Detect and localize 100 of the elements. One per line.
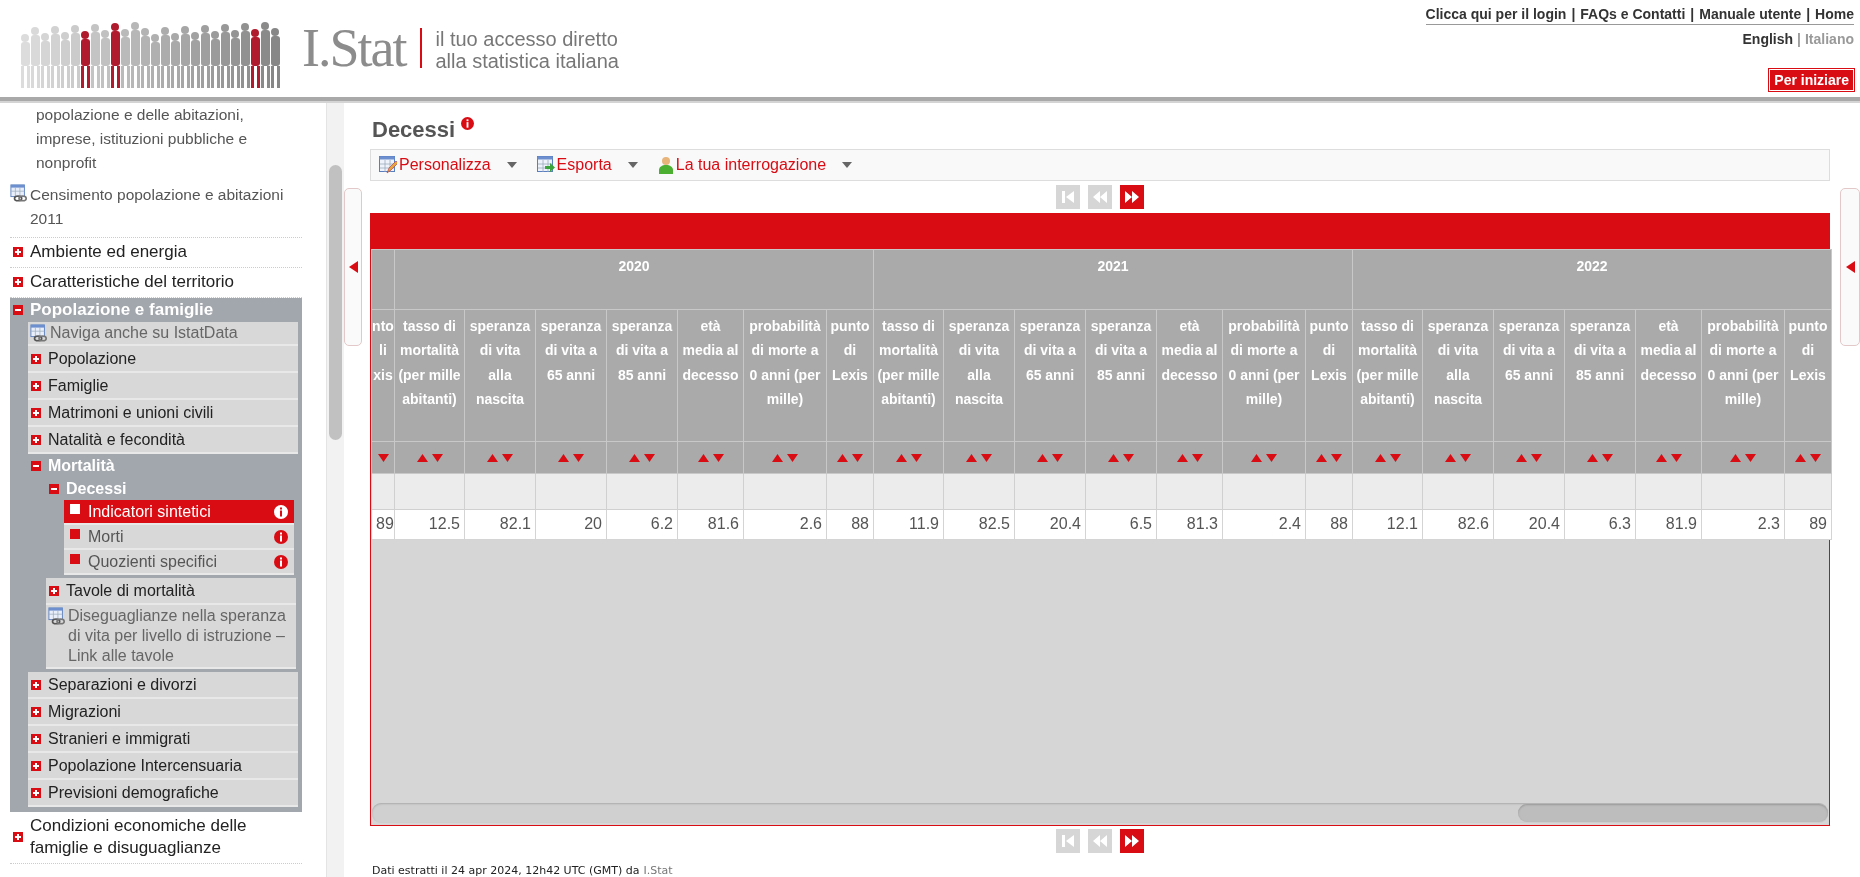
sort-descending-icon[interactable] bbox=[1531, 454, 1542, 463]
table-cell: 6.2 bbox=[606, 509, 678, 540]
table-cell: 81.6 bbox=[677, 509, 744, 540]
table-cell: 81.9 bbox=[1635, 509, 1702, 540]
tree-node[interactable]: Natalità e fecondità bbox=[28, 427, 298, 454]
tree-node[interactable]: Stranieri e immigrati bbox=[28, 726, 298, 753]
sort-descending-icon[interactable] bbox=[644, 454, 655, 463]
toolbar-menu-button[interactable]: Esporta bbox=[536, 155, 638, 174]
sort-ascending-icon[interactable] bbox=[487, 454, 498, 463]
sort-descending-icon[interactable] bbox=[1331, 454, 1342, 463]
horizontal-scrollbar[interactable] bbox=[372, 803, 1828, 823]
sort-ascending-icon[interactable] bbox=[1316, 454, 1327, 463]
sort-ascending-icon[interactable] bbox=[837, 454, 848, 463]
toolbar-menu-button[interactable]: La tua interrogazione bbox=[657, 155, 853, 174]
previous-page-icon bbox=[1092, 834, 1108, 848]
table-link-icon bbox=[48, 607, 66, 625]
footer-link[interactable]: I.Stat bbox=[643, 864, 673, 877]
toolbar-menu-button[interactable]: Personalizza bbox=[379, 155, 517, 174]
sort-descending-icon[interactable] bbox=[1745, 454, 1756, 463]
sort-descending-icon[interactable] bbox=[787, 454, 798, 463]
tree-leaf[interactable]: Indicatori sintetici bbox=[64, 500, 294, 525]
column-header: probabilità di morte a 0 anni (per mille) bbox=[1701, 309, 1785, 442]
collapse-tab[interactable] bbox=[344, 188, 362, 346]
sort-descending-icon[interactable] bbox=[1602, 454, 1613, 463]
column-header: speranza di vita a 65 anni bbox=[535, 309, 607, 442]
language-link[interactable]: English bbox=[1742, 31, 1794, 47]
sort-ascending-icon[interactable] bbox=[1655, 454, 1667, 463]
pager-button[interactable] bbox=[1120, 829, 1144, 853]
column-header: speranza di vita a 65 anni bbox=[1493, 309, 1565, 442]
sort-descending-icon[interactable] bbox=[981, 454, 992, 463]
table-edit-icon bbox=[379, 155, 397, 174]
sort-ascending-icon[interactable] bbox=[416, 454, 428, 463]
tree-node[interactable]: Popolazione Intercensuaria bbox=[28, 753, 298, 780]
bullet-icon bbox=[70, 529, 80, 539]
sort-ascending-icon[interactable] bbox=[1587, 454, 1598, 463]
table-cell: 82.6 bbox=[1422, 509, 1494, 540]
start-button[interactable]: Per iniziare bbox=[1769, 69, 1854, 91]
sort-ascending-icon[interactable] bbox=[558, 454, 569, 463]
sort-descending-icon[interactable] bbox=[502, 454, 513, 463]
sort-ascending-icon[interactable] bbox=[1374, 454, 1386, 463]
tree-node[interactable]: Matrimoni e unioni civili bbox=[28, 400, 298, 427]
tree-node[interactable]: Separazioni e divorzi bbox=[28, 672, 298, 699]
column-header: età media al decesso bbox=[677, 309, 744, 442]
column-header: tasso di mortalità (per mille abitanti) bbox=[873, 309, 944, 442]
header-link[interactable]: Home bbox=[1815, 6, 1854, 22]
column-header: speranza di vita alla nascita bbox=[464, 309, 536, 442]
tree-node[interactable]: Popolazione bbox=[28, 346, 298, 373]
header-link[interactable]: Manuale utente bbox=[1699, 6, 1802, 22]
sort-descending-icon[interactable] bbox=[1460, 454, 1471, 463]
info-icon[interactable] bbox=[461, 117, 475, 130]
sort-descending-icon[interactable] bbox=[910, 454, 922, 463]
sort-descending-icon[interactable] bbox=[1123, 454, 1134, 463]
sort-ascending-icon[interactable] bbox=[1730, 454, 1741, 463]
sort-descending-icon[interactable] bbox=[1810, 454, 1821, 463]
sort-ascending-icon[interactable] bbox=[1251, 454, 1262, 463]
column-header: speranza di vita alla nascita bbox=[943, 309, 1015, 442]
collapse-tab[interactable] bbox=[1840, 188, 1860, 346]
sort-ascending-icon[interactable] bbox=[1445, 454, 1456, 463]
sort-ascending-icon[interactable] bbox=[629, 454, 640, 463]
tree-leaf[interactable]: Quozienti specifici bbox=[64, 550, 294, 575]
header-link[interactable]: FAQs e Contatti bbox=[1580, 6, 1686, 22]
tree-node[interactable]: Famiglie bbox=[28, 373, 298, 400]
previous-page-icon bbox=[1092, 189, 1108, 204]
sort-descending-icon[interactable] bbox=[1389, 454, 1401, 463]
sort-ascending-icon[interactable] bbox=[1516, 454, 1527, 463]
sort-descending-icon[interactable] bbox=[431, 454, 443, 463]
link-separator: | bbox=[1806, 6, 1811, 22]
sort-ascending-icon[interactable] bbox=[1108, 454, 1119, 463]
sort-ascending-icon[interactable] bbox=[1176, 454, 1188, 463]
tree-link[interactable]: Diseguaglianze nella speranza di vita per livello di istruzione – Link alle tavole bbox=[46, 605, 296, 669]
tree-leaf[interactable]: Morti bbox=[64, 525, 294, 550]
sort-descending-icon[interactable] bbox=[1266, 454, 1277, 463]
sort-ascending-icon[interactable] bbox=[966, 454, 977, 463]
sort-ascending-icon[interactable] bbox=[697, 454, 709, 463]
sort-ascending-icon[interactable] bbox=[772, 454, 783, 463]
tree-node[interactable]: Migrazioni bbox=[28, 699, 298, 726]
link-separator: | bbox=[1690, 6, 1695, 22]
sort-ascending-icon[interactable] bbox=[1037, 454, 1048, 463]
column-header: speranza di vita a 65 anni bbox=[1014, 309, 1086, 442]
sort-descending-icon[interactable] bbox=[1191, 454, 1203, 463]
sort-descending-icon[interactable] bbox=[1052, 454, 1063, 463]
tree-node[interactable]: Tavole di mortalità bbox=[46, 578, 296, 605]
info-icon[interactable] bbox=[274, 554, 288, 569]
sort-descending-icon[interactable] bbox=[1670, 454, 1682, 463]
info-icon[interactable] bbox=[274, 529, 288, 544]
vertical-scrollbar[interactable] bbox=[326, 103, 344, 877]
table-cell: 2.4 bbox=[1222, 509, 1306, 540]
info-icon[interactable] bbox=[274, 504, 288, 519]
sort-ascending-icon[interactable] bbox=[1795, 454, 1806, 463]
sort-descending-icon[interactable] bbox=[712, 454, 724, 463]
tree-node[interactable]: Previsioni demografiche bbox=[28, 780, 298, 807]
collapse-arrow-icon bbox=[1845, 261, 1855, 273]
sort-descending-icon[interactable] bbox=[573, 454, 584, 463]
sort-ascending-icon[interactable] bbox=[895, 454, 907, 463]
table-cell: 2.3 bbox=[1701, 509, 1785, 540]
pager-button[interactable] bbox=[1120, 184, 1144, 209]
sort-descending-icon[interactable] bbox=[852, 454, 863, 463]
sort-descending-icon[interactable] bbox=[377, 454, 389, 463]
tree-link[interactable]: Naviga anche su IstatData bbox=[28, 322, 298, 346]
header-link[interactable]: Clicca qui per il login bbox=[1425, 6, 1567, 22]
